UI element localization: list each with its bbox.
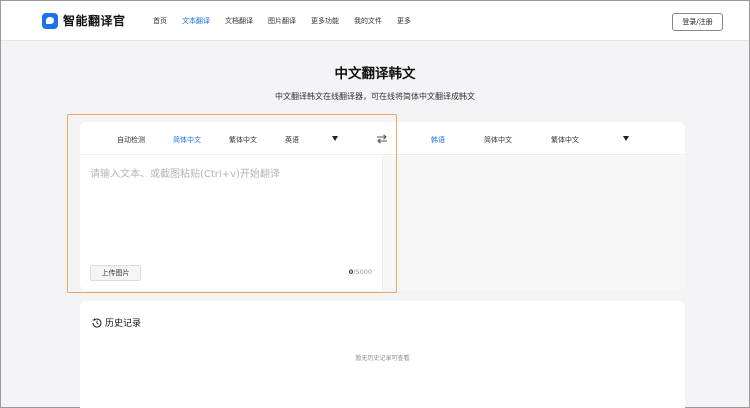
history-header: 历史记录 [92, 316, 141, 329]
upload-image-button[interactable]: 上传图片 [90, 265, 141, 281]
source-lang-english[interactable]: 英语 [285, 135, 299, 145]
target-lang-korean[interactable]: 韩语 [431, 135, 445, 145]
swap-arrows-icon[interactable] [376, 134, 388, 144]
nav-item-image-translate[interactable]: 图片翻译 [268, 16, 296, 26]
target-lang-simplified-chinese[interactable]: 简体中文 [484, 135, 512, 145]
language-bar: 自动检测 简体中文 繁体中文 英语 韩语 简体中文 繁体中文 [80, 122, 685, 155]
page-subtitle: 中文翻译韩文在线翻译器，可在线将简体中文翻译成韩文 [275, 92, 475, 101]
target-pane [382, 156, 685, 290]
logo-icon [42, 12, 58, 29]
target-lang-traditional-chinese[interactable]: 繁体中文 [551, 135, 579, 145]
nav-item-my-files[interactable]: 我的文件 [354, 16, 382, 26]
source-pane: 上传图片 0/5000 [80, 156, 382, 290]
nav-item-text-translate[interactable]: 文本翻译 [182, 16, 210, 26]
page-title: 中文翻译韩文 [334, 66, 416, 82]
login-register-button[interactable]: 登录/注册 [672, 13, 723, 31]
nav-item-more-features[interactable]: 更多功能 [311, 16, 339, 26]
history-empty-message: 暂无历史记录可查看 [355, 355, 410, 362]
app-name: 智能翻译官 [63, 14, 126, 28]
nav-item-home[interactable]: 首页 [153, 16, 167, 26]
source-lang-simplified-chinese[interactable]: 简体中文 [173, 135, 201, 145]
source-lang-traditional-chinese[interactable]: 繁体中文 [229, 135, 257, 145]
history-clock-icon [92, 318, 102, 328]
target-lang-dropdown-icon[interactable] [623, 136, 629, 141]
translator-card: 自动检测 简体中文 繁体中文 英语 韩语 简体中文 繁体中文 上传图片 0/50… [80, 122, 685, 290]
top-header: 智能翻译官 首页 文本翻译 文档翻译 图片翻译 更多功能 我的文件 更多 登录/… [1, 1, 749, 41]
char-count-limit: /5000 [353, 268, 372, 276]
source-text-input[interactable] [90, 165, 375, 255]
nav-item-more[interactable]: 更多 [397, 16, 411, 26]
history-panel: 历史记录 暂无历史记录可查看 [80, 301, 685, 408]
main-nav: 首页 文本翻译 文档翻译 图片翻译 更多功能 我的文件 更多 [153, 16, 426, 26]
logo[interactable]: 智能翻译官 [42, 12, 126, 29]
source-lang-dropdown-icon[interactable] [332, 136, 338, 141]
char-counter: 0/5000 [320, 268, 372, 276]
nav-item-doc-translate[interactable]: 文档翻译 [225, 16, 253, 26]
history-title: 历史记录 [105, 319, 142, 329]
source-lang-auto[interactable]: 自动检测 [117, 135, 145, 145]
